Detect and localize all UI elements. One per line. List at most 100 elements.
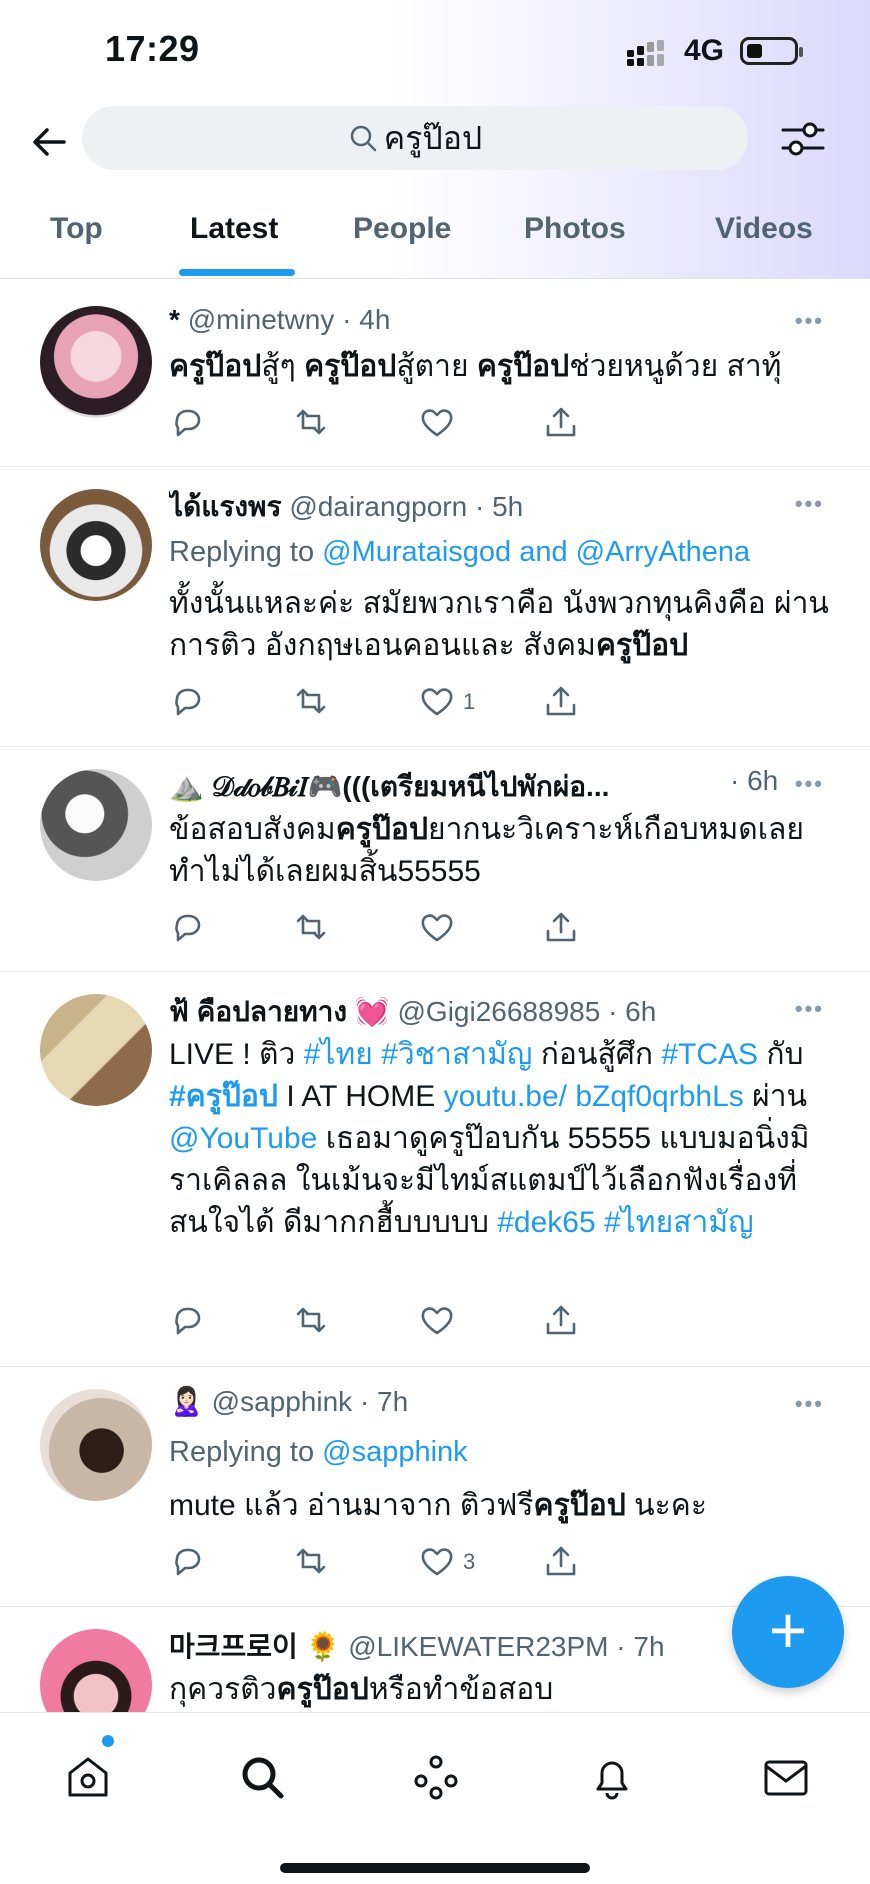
tweet-header: ฟ้ คือปลายทาง 💓 @Gigi26688985 · 6h bbox=[169, 990, 790, 1034]
retweet-icon[interactable] bbox=[293, 404, 329, 440]
highlighted-keyword: ครูป๊อป bbox=[335, 813, 428, 846]
tweet[interactable]: ได้แรงพร @dairangporn · 5h ••• Replying … bbox=[0, 467, 870, 747]
tweet-text: LIVE ! ติว #ไทย #วิชาสามัญ ก่อนสู้ศึก #T… bbox=[169, 1034, 829, 1244]
avatar[interactable] bbox=[40, 1389, 152, 1501]
tweet-header: 마크프로이 🌻 @LIKEWATER23PM · 7h bbox=[169, 1625, 770, 1665]
search-tabs: Top Latest People Photos Videos bbox=[0, 202, 870, 279]
bottom-nav bbox=[0, 1712, 870, 1884]
more-icon[interactable]: ••• bbox=[795, 771, 824, 797]
reply-icon[interactable] bbox=[169, 1543, 205, 1579]
author-name[interactable]: ⛰️ 𝒟𝒹𝑜𝒷𝐵𝒾𝐼🎮(((เตรียมหนีไปพักผ่อ... bbox=[169, 771, 609, 802]
author-handle[interactable]: @LIKEWATER23PM bbox=[348, 1631, 608, 1662]
more-icon[interactable]: ••• bbox=[795, 491, 824, 517]
tweet-text: ข้อสอบสังคมครูป๊อปยากนะวิเคราะห์เกือบหมด… bbox=[169, 809, 829, 893]
author-name[interactable]: 🙎🏻‍♀️ bbox=[169, 1386, 204, 1417]
search-icon bbox=[350, 125, 377, 152]
highlighted-keyword: ครูป๊อป bbox=[595, 629, 689, 662]
tweet-link[interactable]: @YouTube bbox=[169, 1122, 317, 1155]
tweet-text: ทั้งนั้นแหละค่ะ สมัยพวกเราคือ นังพวกทุนค… bbox=[169, 583, 829, 667]
highlighted-keyword: ครูป๊อป bbox=[304, 350, 397, 383]
more-icon[interactable]: ••• bbox=[795, 308, 824, 334]
highlighted-keyword: ครูป๊อป bbox=[169, 350, 262, 383]
top-header: 17:29 4G ครูป๊อป Top Latest People Photo… bbox=[0, 0, 870, 279]
search-nav-icon[interactable] bbox=[238, 1753, 286, 1801]
tweet[interactable]: ฟ้ คือปลายทาง 💓 @Gigi26688985 · 6h ••• L… bbox=[0, 972, 870, 1367]
reply-mention-link[interactable]: @sapphink bbox=[322, 1436, 468, 1468]
tweet-link[interactable]: #ไทย bbox=[304, 1038, 373, 1071]
tab-people[interactable]: People bbox=[353, 212, 451, 246]
tweet-link[interactable]: youtu.be/ bZqf0qrbhLs bbox=[444, 1080, 744, 1113]
share-icon[interactable] bbox=[543, 909, 579, 945]
tweet[interactable]: * @minetwny · 4h ••• ครูป๊อปสู้ๆ ครูป๊อป… bbox=[0, 284, 870, 467]
author-name[interactable]: ฟ้ คือปลายทาง 💓 bbox=[169, 996, 390, 1027]
share-icon[interactable] bbox=[543, 683, 579, 719]
tweet-link[interactable]: #ไทยสามัญ bbox=[604, 1206, 754, 1239]
reply-mention-link[interactable]: @Murataisgod and @ArryAthena bbox=[322, 536, 750, 568]
tweet-text-span: I AT HOME bbox=[277, 1080, 444, 1113]
author-handle[interactable]: @minetwny bbox=[188, 304, 335, 335]
avatar[interactable] bbox=[40, 489, 152, 601]
tab-photos[interactable]: Photos bbox=[524, 212, 626, 246]
tab-videos[interactable]: Videos bbox=[715, 212, 813, 246]
retweet-icon[interactable] bbox=[293, 1543, 329, 1579]
search-input[interactable]: ครูป๊อป bbox=[82, 106, 748, 170]
battery-icon bbox=[740, 37, 803, 65]
like-icon[interactable] bbox=[419, 404, 455, 440]
tab-top[interactable]: Top bbox=[50, 212, 103, 246]
more-icon[interactable]: ••• bbox=[795, 996, 824, 1022]
replying-to: Replying to @sapphink bbox=[169, 1436, 468, 1468]
retweet-icon[interactable] bbox=[293, 909, 329, 945]
avatar[interactable] bbox=[40, 306, 152, 418]
mail-icon[interactable] bbox=[762, 1753, 810, 1801]
compose-tweet-button[interactable]: + bbox=[732, 1576, 844, 1688]
spaces-icon[interactable] bbox=[412, 1753, 460, 1801]
tweet[interactable]: ⛰️ 𝒟𝒹𝑜𝒷𝐵𝒾𝐼🎮(((เตรียมหนีไปพักผ่อ... · 6h … bbox=[0, 747, 870, 972]
bell-icon[interactable] bbox=[588, 1753, 636, 1801]
like-icon[interactable] bbox=[419, 1543, 455, 1579]
tweet-time: · 7h bbox=[616, 1631, 665, 1662]
highlighted-keyword: ครูป๊อป bbox=[476, 350, 570, 383]
tweet[interactable]: 🙎🏻‍♀️ @sapphink · 7h ••• Replying to @sa… bbox=[0, 1367, 870, 1607]
more-icon[interactable]: ••• bbox=[795, 1391, 824, 1417]
back-arrow-icon[interactable] bbox=[28, 120, 72, 164]
author-handle[interactable]: @dairangporn bbox=[289, 491, 467, 522]
tweet-link[interactable]: #ครูป๊อป bbox=[169, 1080, 278, 1113]
home-icon[interactable] bbox=[64, 1753, 112, 1801]
tweet-text-span: LIVE ! ติว bbox=[169, 1038, 304, 1071]
tweet-link[interactable]: #dek65 bbox=[497, 1206, 595, 1239]
tweet-text-span bbox=[373, 1038, 381, 1071]
reply-icon[interactable] bbox=[169, 909, 205, 945]
share-icon[interactable] bbox=[543, 1543, 579, 1579]
tweet-time: · 6h bbox=[608, 996, 657, 1027]
retweet-icon[interactable] bbox=[293, 683, 329, 719]
reply-icon[interactable] bbox=[169, 404, 205, 440]
search-query: ครูป๊อป bbox=[383, 119, 483, 156]
reply-icon[interactable] bbox=[169, 683, 205, 719]
tab-latest[interactable]: Latest bbox=[190, 212, 278, 246]
avatar[interactable] bbox=[40, 994, 152, 1106]
like-icon[interactable] bbox=[419, 909, 455, 945]
author-handle[interactable]: @sapphink bbox=[212, 1386, 353, 1417]
tweet-text-span: กุควรติว bbox=[169, 1673, 277, 1706]
avatar[interactable] bbox=[40, 1629, 152, 1712]
tweet-link[interactable]: #วิชาสามัญ bbox=[381, 1038, 532, 1071]
tweet-link[interactable]: #TCAS bbox=[661, 1038, 758, 1071]
tweet-text-span: ก่อนสู้ศึก bbox=[532, 1038, 662, 1071]
like-icon[interactable] bbox=[419, 683, 455, 719]
author-name[interactable]: * bbox=[169, 304, 180, 335]
tweet-time: · 6h bbox=[730, 765, 779, 796]
like-icon[interactable] bbox=[419, 1302, 455, 1338]
share-icon[interactable] bbox=[543, 404, 579, 440]
filter-icon[interactable] bbox=[780, 116, 826, 162]
author-name[interactable]: 마크프로이 🌻 bbox=[169, 1631, 340, 1662]
tweet-header: * @minetwny · 4h bbox=[169, 304, 790, 336]
reply-icon[interactable] bbox=[169, 1302, 205, 1338]
tweet-actions: 3 bbox=[169, 1543, 729, 1583]
retweet-icon[interactable] bbox=[293, 1302, 329, 1338]
network-type: 4G bbox=[684, 34, 725, 67]
share-icon[interactable] bbox=[543, 1302, 579, 1338]
tweet-header: ⛰️ 𝒟𝒹𝑜𝒷𝐵𝒾𝐼🎮(((เตรียมหนีไปพักผ่อ... bbox=[169, 765, 760, 809]
avatar[interactable] bbox=[40, 769, 152, 881]
author-name[interactable]: ได้แรงพร bbox=[169, 491, 282, 522]
author-handle[interactable]: @Gigi26688985 bbox=[398, 996, 601, 1027]
